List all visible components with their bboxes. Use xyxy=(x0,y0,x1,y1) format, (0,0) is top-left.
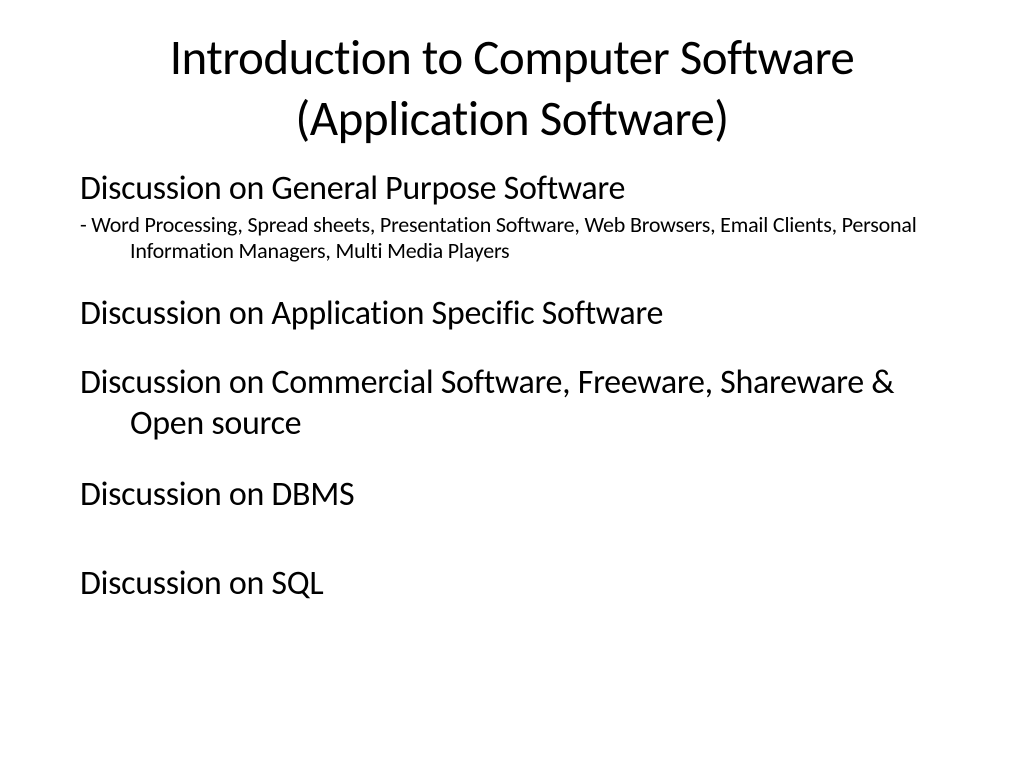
presentation-slide: Introduction to Computer Software (Appli… xyxy=(0,0,1024,768)
slide-content: Discussion on General Purpose Software -… xyxy=(70,169,954,604)
slide-title: Introduction to Computer Software (Appli… xyxy=(70,28,954,151)
topic-sql: Discussion on SQL xyxy=(80,564,954,603)
topic-dbms: Discussion on DBMS xyxy=(80,475,954,514)
topic-commercial: Discussion on Commercial Software, Freew… xyxy=(80,363,954,445)
subtopic-general-purpose: - Word Processing, Spread sheets, Presen… xyxy=(80,212,954,265)
topic-application-specific: Discussion on Application Specific Softw… xyxy=(80,294,954,333)
topic-general-purpose: Discussion on General Purpose Software xyxy=(80,169,954,208)
